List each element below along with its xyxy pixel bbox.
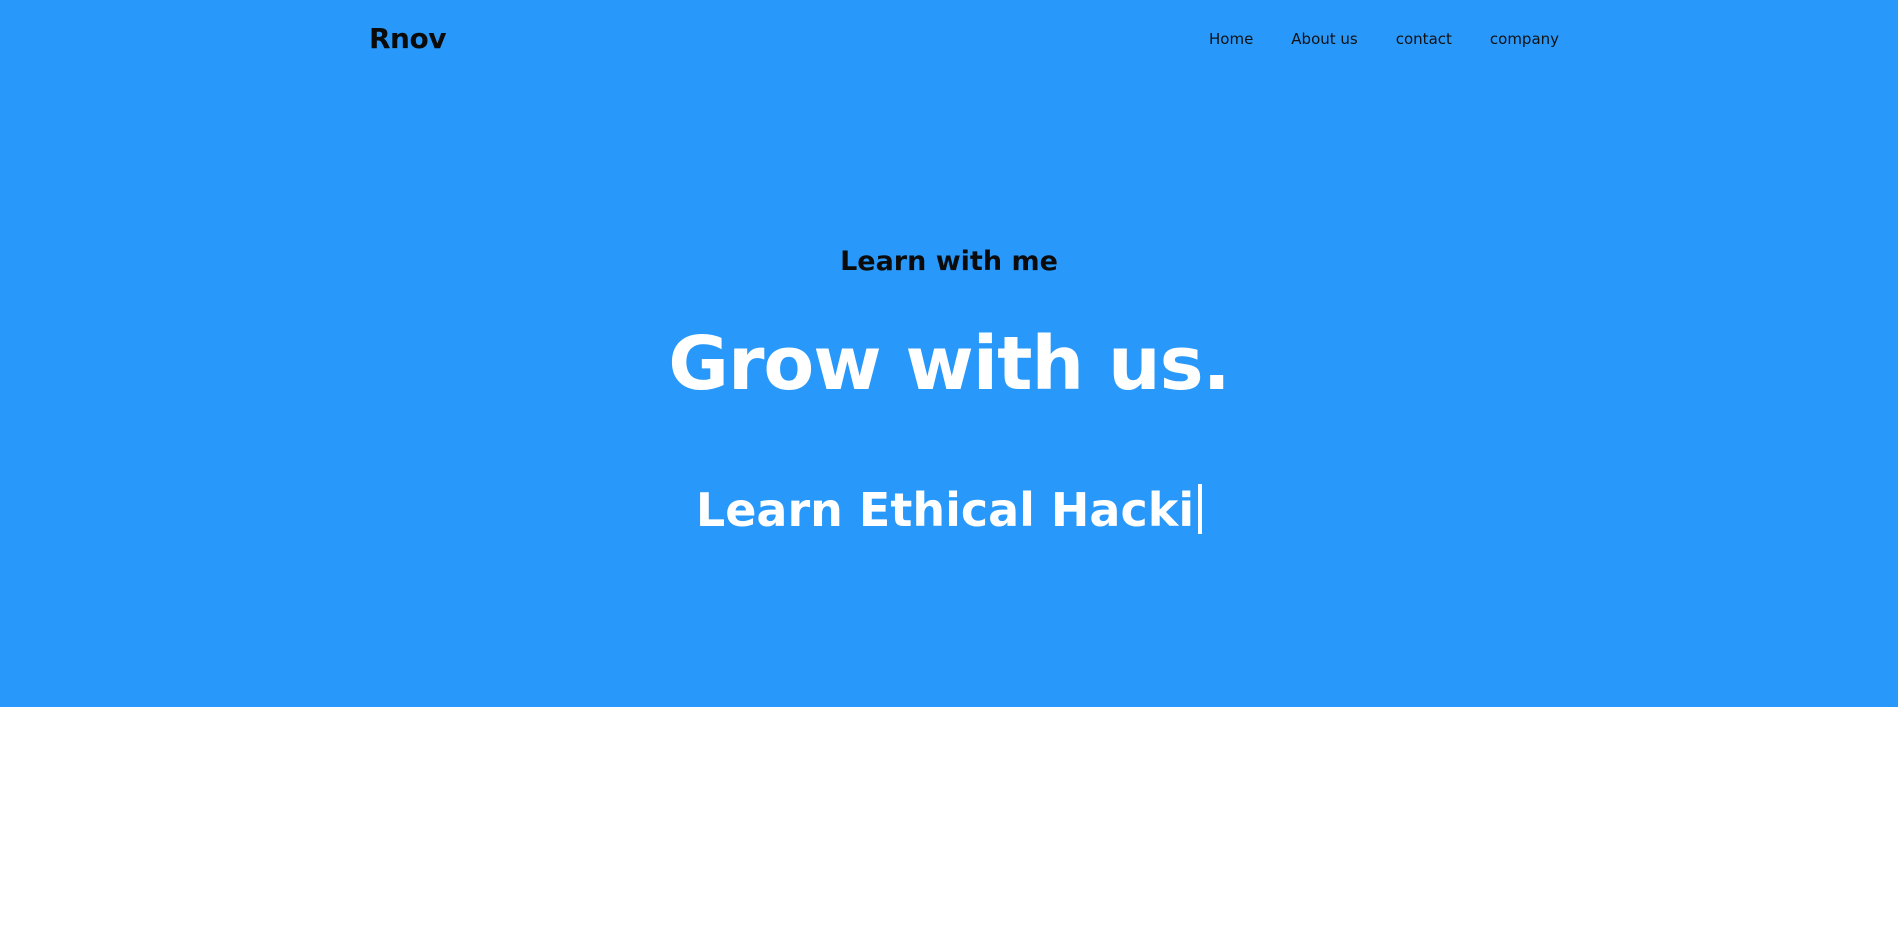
- nav-link-contact[interactable]: contact: [1396, 30, 1452, 48]
- brand-logo[interactable]: Rnov: [369, 20, 446, 58]
- top-navbar: Rnov Home About us contact company: [0, 0, 1898, 78]
- nav-item-home: Home: [1209, 29, 1253, 49]
- nav-link-company[interactable]: company: [1490, 30, 1559, 48]
- nav-item-company: company: [1490, 29, 1559, 49]
- typed-text-line: Learn Ethical Hacki: [0, 480, 1898, 540]
- hero-section: Rnov Home About us contact company Learn…: [0, 0, 1898, 707]
- typed-text: Learn Ethical Hacki: [695, 483, 1195, 537]
- nav-link-home[interactable]: Home: [1209, 30, 1253, 48]
- nav-links: Home About us contact company: [1209, 29, 1559, 49]
- nav-item-contact: contact: [1396, 29, 1452, 49]
- nav-link-about-us[interactable]: About us: [1291, 30, 1357, 48]
- typing-cursor: [1198, 484, 1203, 534]
- hero-headline: Grow with us.: [668, 321, 1231, 407]
- nav-item-about-us: About us: [1291, 29, 1357, 49]
- hero-subtitle: Learn with me: [840, 246, 1058, 277]
- content-area: [0, 707, 1898, 938]
